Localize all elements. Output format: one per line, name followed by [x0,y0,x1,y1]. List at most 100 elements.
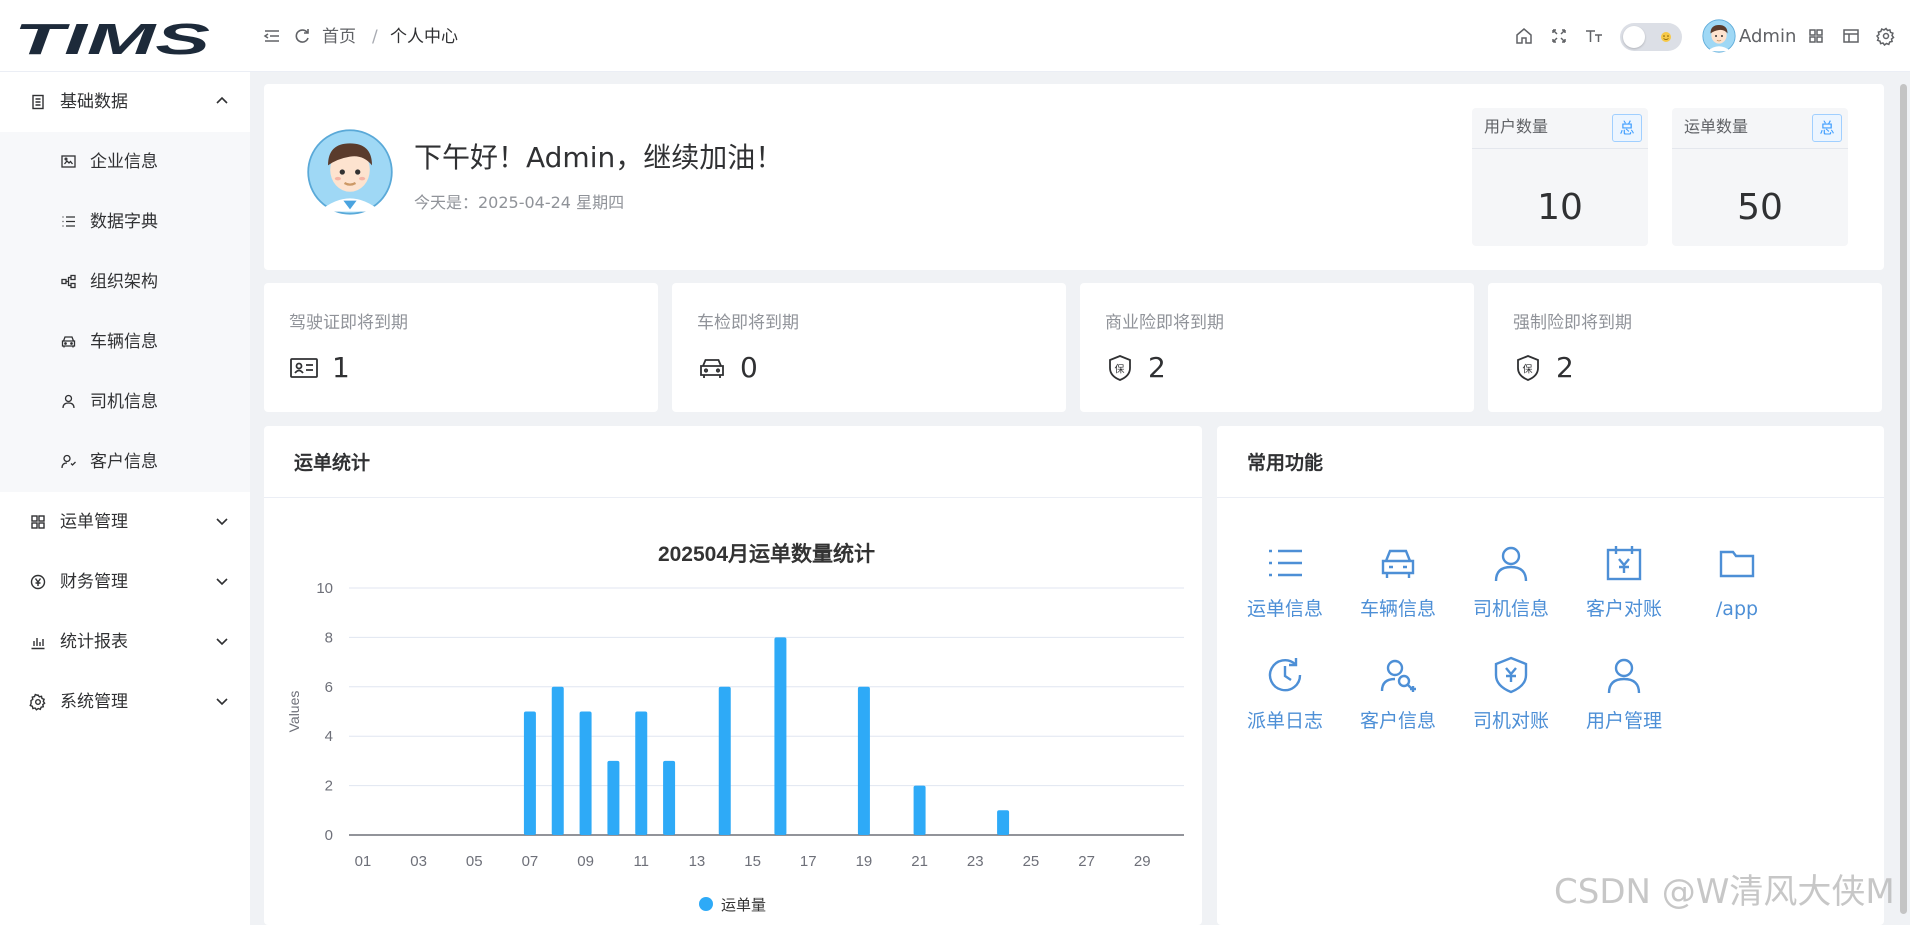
alert-value: 0 [740,351,758,384]
function-label: 运单信息 [1246,598,1323,620]
chart-title: 202504月运单数量统计 [658,542,875,566]
shield-yen-icon [1494,656,1528,694]
stat-user-count: 用户数量 总 10 [1472,108,1648,246]
stat-waybill-count: 运单数量 总 50 [1672,108,1848,246]
alert-commercial-insurance-expiry[interactable]: 商业险即将到期 保 2 [1080,283,1474,412]
alert-inspection-expiry[interactable]: 车检即将到期 0 [672,283,1066,412]
layout-icon[interactable] [1806,26,1826,46]
sidebar-item-company[interactable]: 企业信息 [0,132,250,192]
bar-24 [997,810,1010,835]
user-avatar[interactable] [1702,19,1736,53]
font-size-icon[interactable] [1584,26,1604,46]
stat-title: 运单数量 [1684,117,1749,136]
sidebar-group-system[interactable]: 系统管理 [0,672,250,732]
alert-title: 车检即将到期 [697,313,799,333]
waybill-bar-chart: 202504月运单数量统计 0 2 4 6 8 10 Values 01 03 05 07 09 11 13… [286,542,1184,914]
svg-text:保: 保 [1523,363,1533,376]
sidebar-item-dictionary[interactable]: 数据字典 [0,192,250,252]
home-icon[interactable] [1514,26,1534,46]
panel-title: 运单统计 [294,452,371,474]
x-tick-label: 01 [355,853,372,870]
x-tick-label: 25 [1023,853,1040,870]
alert-value: 2 [1148,351,1166,384]
sidebar-item-customer[interactable]: 客户信息 [0,432,250,492]
insurance-shield-icon: 保 [1109,355,1131,381]
settings-icon[interactable] [1876,26,1896,46]
stat-divider [1672,148,1848,149]
function-app[interactable]: /app [1687,543,1787,643]
alert-title: 驾驶证即将到期 [289,313,408,333]
alert-license-expiry[interactable]: 驾驶证即将到期 1 [264,283,658,412]
sidebar-item-driver[interactable]: 司机信息 [0,372,250,432]
y-tick-label: 10 [316,580,333,597]
sidebar-group-reports[interactable]: 统计报表 [0,612,250,672]
function-waybill-info[interactable]: 运单信息 [1235,543,1335,643]
function-customer-reconciliation[interactable]: 客户对账 [1574,543,1674,643]
alert-value: 1 [332,351,350,384]
sidebar-group-basic-data[interactable]: 基础数据 [0,72,250,132]
x-tick-label: 21 [911,853,928,870]
sidebar-item-vehicle[interactable]: 车辆信息 [0,312,250,372]
function-customer-info[interactable]: 客户信息 [1348,655,1448,755]
sidebar-group-label: 系统管理 [60,692,128,712]
database-icon [32,94,44,110]
user-icon [1607,658,1641,694]
grid-icon [31,515,45,529]
theme-switch[interactable] [1620,23,1682,51]
function-user-management[interactable]: 用户管理 [1574,655,1674,755]
page-scrollbar[interactable] [1897,72,1910,925]
tims-logo[interactable]: TIMS [14,18,214,58]
function-label: 派单日志 [1246,710,1323,732]
insurance-shield-icon: 保 [1517,355,1539,381]
browser-icon[interactable] [1841,26,1861,46]
sidebar-group-label: 财务管理 [60,572,128,592]
stat-divider [1472,148,1648,149]
header-username[interactable]: Admin [1739,25,1796,49]
switch-knob [1623,26,1645,48]
function-label: 司机对账 [1472,710,1549,732]
function-dispatch-log[interactable]: 派单日志 [1235,655,1335,755]
bar-08 [551,686,564,835]
folder-icon [1719,550,1755,578]
sidebar-item-label: 客户信息 [90,452,158,472]
waybill-chart-card: 运单统计 202504月运单数量统计 0 2 4 6 8 10 Values 01 03 05 07 0… [264,426,1202,925]
x-tick-label: 03 [410,853,427,870]
x-tick-label: 29 [1134,853,1151,870]
fullscreen-icon[interactable] [1549,26,1569,46]
x-tick-label: 15 [744,853,761,870]
stat-value: 50 [1737,187,1783,228]
sidebar-item-label: 司机信息 [90,392,158,412]
x-tick-label: 23 [967,853,984,870]
breadcrumb-home[interactable]: 首页 [322,25,356,49]
sidebar-item-organization[interactable]: 组织架构 [0,252,250,312]
chevron-down-icon [216,518,228,526]
sidebar-group-label: 基础数据 [60,92,128,112]
refresh-icon[interactable] [292,26,312,46]
function-driver-info[interactable]: 司机信息 [1461,543,1561,643]
stat-value: 10 [1537,187,1583,228]
bar-21 [913,785,926,835]
panel-header: 运单统计 [264,426,1202,498]
alert-value: 2 [1556,351,1574,384]
panel-header: 常用功能 [1217,426,1884,498]
sidebar-item-label: 数据字典 [90,212,158,232]
function-label: 用户管理 [1585,710,1662,732]
legend-label: 运单量 [721,896,766,914]
x-tick-label: 19 [856,853,873,870]
sidebar-submenu-basic-data: 企业信息 数据字典 组织架构 车辆信息 司机信息 客户信息 [0,132,250,492]
menu-fold-icon[interactable] [262,26,282,46]
sidebar: 基础数据 企业信息 数据字典 组织架构 车辆信息 司机信息 客户信息 运单管理 … [0,72,250,925]
function-label: 客户信息 [1359,710,1436,732]
user-icon [62,394,75,409]
list-icon [62,216,75,227]
chevron-down-icon [216,698,228,706]
sidebar-group-label: 运单管理 [60,512,128,532]
y-tick-label: 6 [325,679,333,696]
alert-compulsory-insurance-expiry[interactable]: 强制险即将到期 保 2 [1488,283,1882,412]
bar-16 [774,637,787,835]
scrollbar-thumb[interactable] [1900,84,1907,914]
function-driver-reconciliation[interactable]: 司机对账 [1461,655,1561,755]
function-vehicle-info[interactable]: 车辆信息 [1348,543,1448,643]
sidebar-group-finance[interactable]: 财务管理 [0,552,250,612]
sidebar-group-waybill[interactable]: 运单管理 [0,492,250,552]
